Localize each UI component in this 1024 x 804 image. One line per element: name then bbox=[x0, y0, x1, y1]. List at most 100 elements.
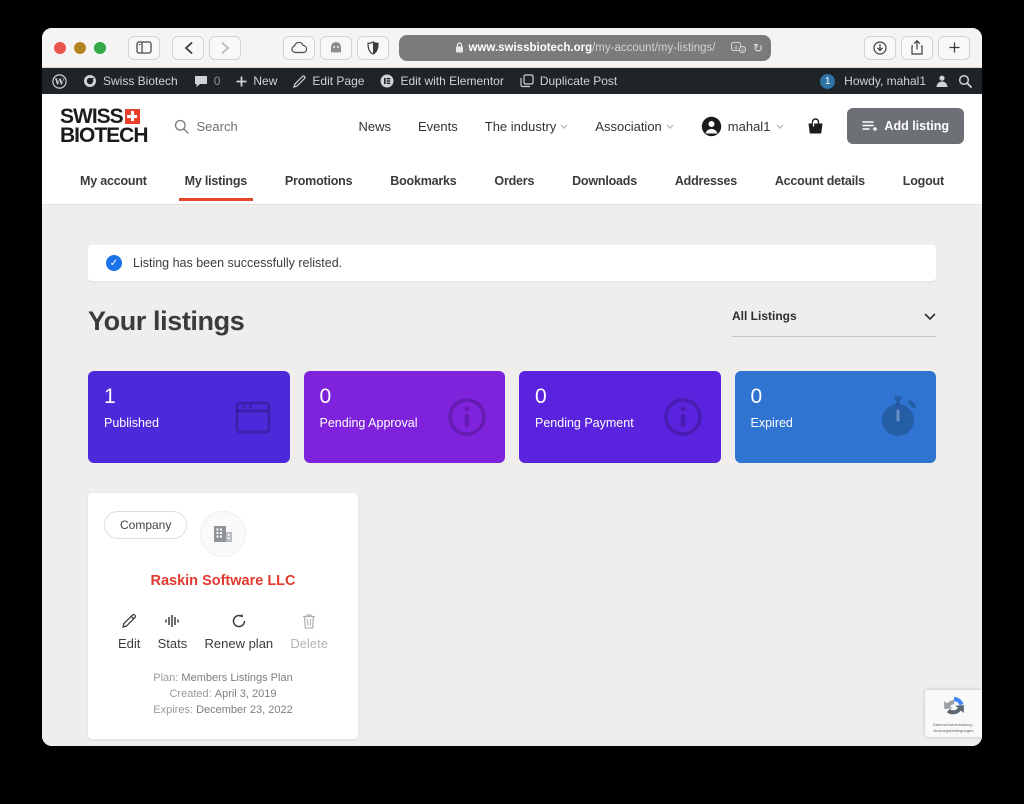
cart-button[interactable] bbox=[806, 117, 825, 136]
svg-text:W: W bbox=[54, 77, 65, 87]
tab-my-listings[interactable]: My listings bbox=[183, 159, 249, 203]
meta-plan: Plan: Members Listings Plan bbox=[104, 671, 342, 687]
icloud-tab-button[interactable] bbox=[283, 36, 315, 60]
stat-card-pending-approval: 0 Pending Approval bbox=[304, 371, 506, 463]
plus-icon bbox=[236, 76, 247, 87]
tab-bookmarks[interactable]: Bookmarks bbox=[388, 159, 458, 203]
nav-item-news[interactable]: News bbox=[358, 119, 391, 134]
new-content-menu[interactable]: New bbox=[236, 74, 277, 88]
main-content: ✓ Listing has been successfully relisted… bbox=[42, 205, 982, 746]
chevron-down-icon bbox=[666, 124, 674, 129]
chevron-left-icon bbox=[184, 42, 193, 54]
chevron-right-icon bbox=[221, 42, 230, 54]
downloads-button[interactable] bbox=[864, 36, 896, 60]
listing-logo[interactable] bbox=[200, 511, 246, 557]
check-icon: ✓ bbox=[106, 255, 122, 271]
edit-page-menu[interactable]: Edit Page bbox=[293, 74, 364, 88]
avatar-icon bbox=[701, 116, 722, 137]
new-label: New bbox=[253, 74, 277, 88]
tab-promotions[interactable]: Promotions bbox=[283, 159, 354, 203]
privacy-extension-button[interactable] bbox=[320, 36, 352, 60]
close-window-button[interactable] bbox=[54, 42, 66, 54]
add-list-icon bbox=[862, 120, 877, 133]
listing-actions: Edit Stats Renew plan Delete bbox=[104, 613, 342, 651]
address-bar[interactable]: www.swissbiotech.org/my-account/my-listi… bbox=[399, 35, 771, 61]
user-icon bbox=[935, 74, 949, 88]
tab-my-account[interactable]: My account bbox=[78, 159, 149, 203]
search-icon[interactable] bbox=[958, 74, 972, 88]
meta-expires: Expires: December 23, 2022 bbox=[104, 703, 342, 719]
tab-addresses[interactable]: Addresses bbox=[673, 159, 739, 203]
zoom-window-button[interactable] bbox=[94, 42, 106, 54]
duplicate-post-menu[interactable]: Duplicate Post bbox=[520, 74, 617, 88]
main-nav: News Events The industry Association bbox=[358, 119, 673, 134]
nav-item-association[interactable]: Association bbox=[595, 119, 673, 134]
site-name-menu[interactable]: Swiss Biotech bbox=[83, 74, 178, 88]
edit-with-elementor-menu[interactable]: Edit with Elementor bbox=[380, 74, 503, 88]
duplicate-post-label: Duplicate Post bbox=[540, 74, 617, 88]
forward-button[interactable] bbox=[209, 36, 241, 60]
edit-page-label: Edit Page bbox=[312, 74, 364, 88]
plus-icon bbox=[949, 42, 960, 53]
back-button[interactable] bbox=[172, 36, 204, 60]
building-icon bbox=[212, 524, 234, 544]
elementor-label: Edit with Elementor bbox=[400, 74, 503, 88]
calendar-icon bbox=[232, 396, 274, 438]
recaptcha-badge[interactable]: Datenschutzerklärung -Nutzungsbedingunge… bbox=[925, 690, 982, 737]
duplicate-icon bbox=[520, 74, 534, 88]
edit-action[interactable]: Edit bbox=[118, 613, 140, 651]
chevron-down-icon bbox=[776, 124, 784, 129]
filter-value: All Listings bbox=[732, 309, 797, 323]
delete-action[interactable]: Delete bbox=[290, 613, 328, 651]
dashboard-icon bbox=[83, 74, 97, 88]
info-icon bbox=[445, 395, 489, 439]
chevron-down-icon bbox=[560, 124, 568, 129]
shield-extension-button[interactable] bbox=[357, 36, 389, 60]
header-search[interactable]: Search bbox=[174, 119, 238, 134]
search-icon bbox=[174, 119, 189, 134]
sidebar-toggle-button[interactable] bbox=[128, 36, 160, 60]
add-listing-label: Add listing bbox=[884, 119, 949, 133]
meta-created: Created: April 3, 2019 bbox=[104, 687, 342, 703]
listing-name-link[interactable]: Raskin Software LLC bbox=[104, 573, 342, 589]
wordpress-icon: W bbox=[52, 74, 67, 89]
tab-orders[interactable]: Orders bbox=[492, 159, 536, 203]
account-menu[interactable]: mahal1 bbox=[701, 116, 785, 137]
translate-icon[interactable]: ax bbox=[731, 42, 746, 53]
site-header: SWISS BIOTECH Search News Events The ind… bbox=[42, 94, 982, 158]
search-placeholder: Search bbox=[197, 119, 238, 134]
url-path: /my-account/my-listings/ bbox=[592, 42, 715, 54]
reload-icon[interactable]: ↻ bbox=[753, 41, 763, 55]
wp-logo-menu[interactable]: W bbox=[52, 74, 67, 89]
nav-item-events[interactable]: Events bbox=[418, 119, 458, 134]
site-name-label: Swiss Biotech bbox=[103, 74, 178, 88]
new-tab-button[interactable] bbox=[938, 36, 970, 60]
add-listing-button[interactable]: Add listing bbox=[847, 108, 964, 144]
renew-plan-action[interactable]: Renew plan bbox=[205, 613, 274, 651]
howdy-label[interactable]: Howdy, mahal1 bbox=[844, 74, 926, 88]
stopwatch-icon bbox=[876, 394, 920, 440]
swiss-biotech-logo[interactable]: SWISS BIOTECH bbox=[60, 107, 148, 146]
share-button[interactable] bbox=[901, 36, 933, 60]
notification-badge[interactable]: 1 bbox=[820, 74, 835, 89]
pencil-icon bbox=[121, 613, 137, 629]
minimize-window-button[interactable] bbox=[74, 42, 86, 54]
page-title: Your listings bbox=[88, 306, 244, 337]
notice-text: Listing has been successfully relisted. bbox=[133, 256, 342, 270]
stat-card-pending-payment: 0 Pending Payment bbox=[519, 371, 721, 463]
recaptcha-icon bbox=[941, 694, 967, 720]
traffic-lights bbox=[54, 42, 106, 54]
listings-filter-select[interactable]: All Listings bbox=[732, 309, 936, 337]
stats-action[interactable]: Stats bbox=[158, 613, 188, 651]
sidebar-icon bbox=[136, 41, 152, 54]
listing-type-badge: Company bbox=[104, 511, 187, 539]
nav-item-the-industry[interactable]: The industry bbox=[485, 119, 569, 134]
success-notice: ✓ Listing has been successfully relisted… bbox=[88, 245, 936, 281]
tab-account-details[interactable]: Account details bbox=[773, 159, 867, 203]
tab-downloads[interactable]: Downloads bbox=[570, 159, 639, 203]
shield-icon bbox=[367, 41, 379, 55]
account-tabs: My account My listings Promotions Bookma… bbox=[42, 158, 982, 205]
url-host: www.swissbiotech.org bbox=[469, 42, 593, 54]
tab-logout[interactable]: Logout bbox=[901, 159, 946, 203]
comments-menu[interactable]: 0 bbox=[194, 74, 221, 88]
